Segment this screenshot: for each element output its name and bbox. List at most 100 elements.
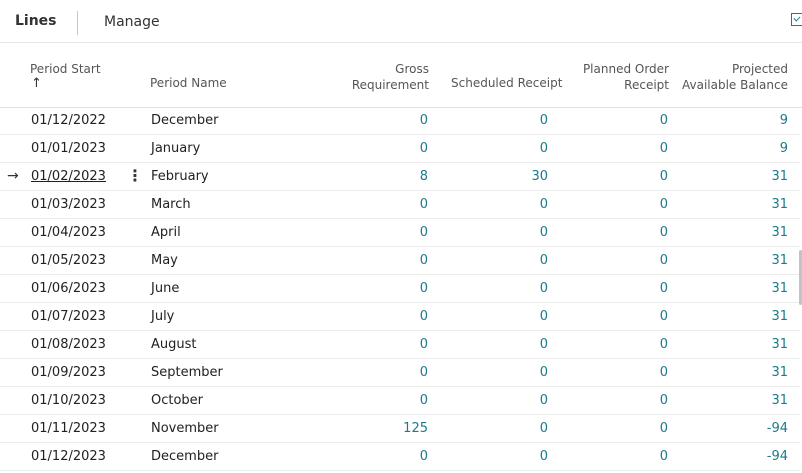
gross-requirement-cell[interactable]: 0 [368, 254, 428, 268]
scheduled-receipt-cell[interactable]: 30 [488, 170, 548, 184]
gross-requirement-cell[interactable]: 0 [368, 142, 428, 156]
period-name-cell: June [151, 281, 180, 296]
planned-order-receipt-cell[interactable]: 0 [608, 338, 668, 352]
planned-order-receipt-cell[interactable]: 0 [608, 366, 668, 380]
planned-order-receipt-cell[interactable]: 0 [608, 310, 668, 324]
projected-available-balance-cell[interactable]: 31 [728, 282, 788, 296]
row-actions-icon[interactable]: ⋮ [127, 168, 143, 184]
gross-requirement-cell[interactable]: 0 [368, 394, 428, 408]
planned-order-receipt-cell[interactable]: 0 [608, 198, 668, 212]
tab-lines[interactable]: Lines [15, 13, 57, 29]
column-period-start[interactable]: Period Start [30, 61, 101, 77]
table-row[interactable]: 01/03/2023 March 0 0 0 31 [0, 191, 800, 219]
scheduled-receipt-cell[interactable]: 0 [488, 310, 548, 324]
table-row[interactable]: 01/08/2023 August 0 0 0 31 [0, 331, 800, 359]
period-start-cell[interactable]: 01/05/2023 [31, 254, 106, 268]
planned-order-receipt-cell[interactable]: 0 [608, 254, 668, 268]
projected-available-balance-cell[interactable]: 31 [728, 366, 788, 380]
period-name-cell: January [151, 141, 201, 156]
period-start-cell[interactable]: 01/12/2022 [31, 114, 106, 128]
period-start-cell[interactable]: 01/08/2023 [31, 338, 106, 352]
gross-requirement-cell[interactable]: 0 [368, 338, 428, 352]
gross-requirement-cell[interactable]: 0 [368, 226, 428, 240]
gross-requirement-cell[interactable]: 125 [368, 422, 428, 436]
table-row[interactable]: 01/12/2023 December 0 0 0 -94 [0, 443, 800, 471]
projected-available-balance-cell[interactable]: -94 [728, 422, 788, 436]
period-start-cell[interactable]: 01/11/2023 [31, 422, 106, 436]
scheduled-receipt-cell[interactable]: 0 [488, 450, 548, 464]
table-row[interactable]: → 01/02/2023 ⋮ February 8 30 0 31 [0, 163, 800, 191]
projected-available-balance-cell[interactable]: 31 [728, 338, 788, 352]
column-projected-available-balance[interactable]: Projected Available Balance [638, 61, 788, 93]
projected-available-balance-cell[interactable]: 31 [728, 226, 788, 240]
tab-manage[interactable]: Manage [104, 14, 160, 30]
period-start-cell[interactable]: 01/06/2023 [31, 282, 106, 296]
table-row[interactable]: 01/01/2023 January 0 0 0 9 [0, 135, 800, 163]
planned-order-receipt-cell[interactable]: 0 [608, 170, 668, 184]
projected-available-balance-cell[interactable]: 31 [728, 310, 788, 324]
projected-available-balance-cell[interactable]: 31 [728, 170, 788, 184]
table-row[interactable]: 01/09/2023 September 0 0 0 31 [0, 359, 800, 387]
period-start-cell[interactable]: 01/12/2023 [31, 450, 106, 464]
gross-requirement-cell[interactable]: 8 [368, 170, 428, 184]
period-start-cell[interactable]: 01/07/2023 [31, 310, 106, 324]
table-row[interactable]: 01/12/2022 December 0 0 0 9 [0, 107, 800, 135]
gross-requirement-cell[interactable]: 0 [368, 198, 428, 212]
edit-list-icon[interactable] [791, 13, 802, 26]
planned-order-receipt-cell[interactable]: 0 [608, 394, 668, 408]
scheduled-receipt-cell[interactable]: 0 [488, 114, 548, 128]
planned-order-receipt-cell[interactable]: 0 [608, 450, 668, 464]
planned-order-receipt-cell[interactable]: 0 [608, 422, 668, 436]
gross-requirement-cell[interactable]: 0 [368, 114, 428, 128]
scheduled-receipt-cell[interactable]: 0 [488, 226, 548, 240]
gross-requirement-cell[interactable]: 0 [368, 366, 428, 380]
table-header: Period Start ↑ Period Name Gross Require… [0, 42, 802, 108]
period-name-cell: April [151, 225, 181, 240]
scheduled-receipt-cell[interactable]: 0 [488, 198, 548, 212]
period-name-cell: August [151, 337, 197, 352]
scheduled-receipt-cell[interactable]: 0 [488, 338, 548, 352]
toolbar-divider [77, 11, 78, 35]
planned-order-receipt-cell[interactable]: 0 [608, 114, 668, 128]
period-start-cell[interactable]: 01/03/2023 [31, 198, 106, 212]
scheduled-receipt-cell[interactable]: 0 [488, 142, 548, 156]
scheduled-receipt-cell[interactable]: 0 [488, 282, 548, 296]
column-gross-requirement-line1: Gross [395, 62, 429, 76]
planned-order-receipt-cell[interactable]: 0 [608, 282, 668, 296]
gross-requirement-cell[interactable]: 0 [368, 282, 428, 296]
scheduled-receipt-cell[interactable]: 0 [488, 394, 548, 408]
scheduled-receipt-cell[interactable]: 0 [488, 366, 548, 380]
projected-available-balance-cell[interactable]: 31 [728, 254, 788, 268]
table-row[interactable]: 01/10/2023 October 0 0 0 31 [0, 387, 800, 415]
scheduled-receipt-cell[interactable]: 0 [488, 422, 548, 436]
table-row[interactable]: 01/11/2023 November 125 0 0 -94 [0, 415, 800, 443]
period-start-cell[interactable]: 01/09/2023 [31, 366, 106, 380]
projected-available-balance-cell[interactable]: 9 [728, 142, 788, 156]
period-start-cell[interactable]: 01/10/2023 [31, 394, 106, 408]
gross-requirement-cell[interactable]: 0 [368, 450, 428, 464]
period-name-cell: March [151, 197, 191, 212]
table-row[interactable]: 01/06/2023 June 0 0 0 31 [0, 275, 800, 303]
period-name-cell: February [151, 169, 209, 184]
planned-order-receipt-cell[interactable]: 0 [608, 142, 668, 156]
table-row[interactable]: 01/07/2023 July 0 0 0 31 [0, 303, 800, 331]
projected-available-balance-cell[interactable]: -94 [728, 450, 788, 464]
period-name-cell: November [151, 421, 219, 436]
period-start-cell[interactable]: 01/01/2023 [31, 142, 106, 156]
planned-order-receipt-cell[interactable]: 0 [608, 226, 668, 240]
period-name-cell: September [151, 365, 223, 380]
projected-available-balance-cell[interactable]: 31 [728, 198, 788, 212]
column-scheduled-receipt[interactable]: Scheduled Receipt [451, 75, 562, 91]
table-row[interactable]: 01/05/2023 May 0 0 0 31 [0, 247, 800, 275]
period-name-cell: October [151, 393, 204, 408]
period-start-cell[interactable]: 01/04/2023 [31, 226, 106, 240]
column-period-name[interactable]: Period Name [150, 75, 227, 91]
toolbar: Lines Manage [0, 0, 802, 43]
scheduled-receipt-cell[interactable]: 0 [488, 254, 548, 268]
period-start-cell[interactable]: 01/02/2023 [31, 170, 106, 184]
column-gross-requirement[interactable]: Gross Requirement [329, 61, 429, 93]
gross-requirement-cell[interactable]: 0 [368, 310, 428, 324]
projected-available-balance-cell[interactable]: 9 [728, 114, 788, 128]
projected-available-balance-cell[interactable]: 31 [728, 394, 788, 408]
table-row[interactable]: 01/04/2023 April 0 0 0 31 [0, 219, 800, 247]
